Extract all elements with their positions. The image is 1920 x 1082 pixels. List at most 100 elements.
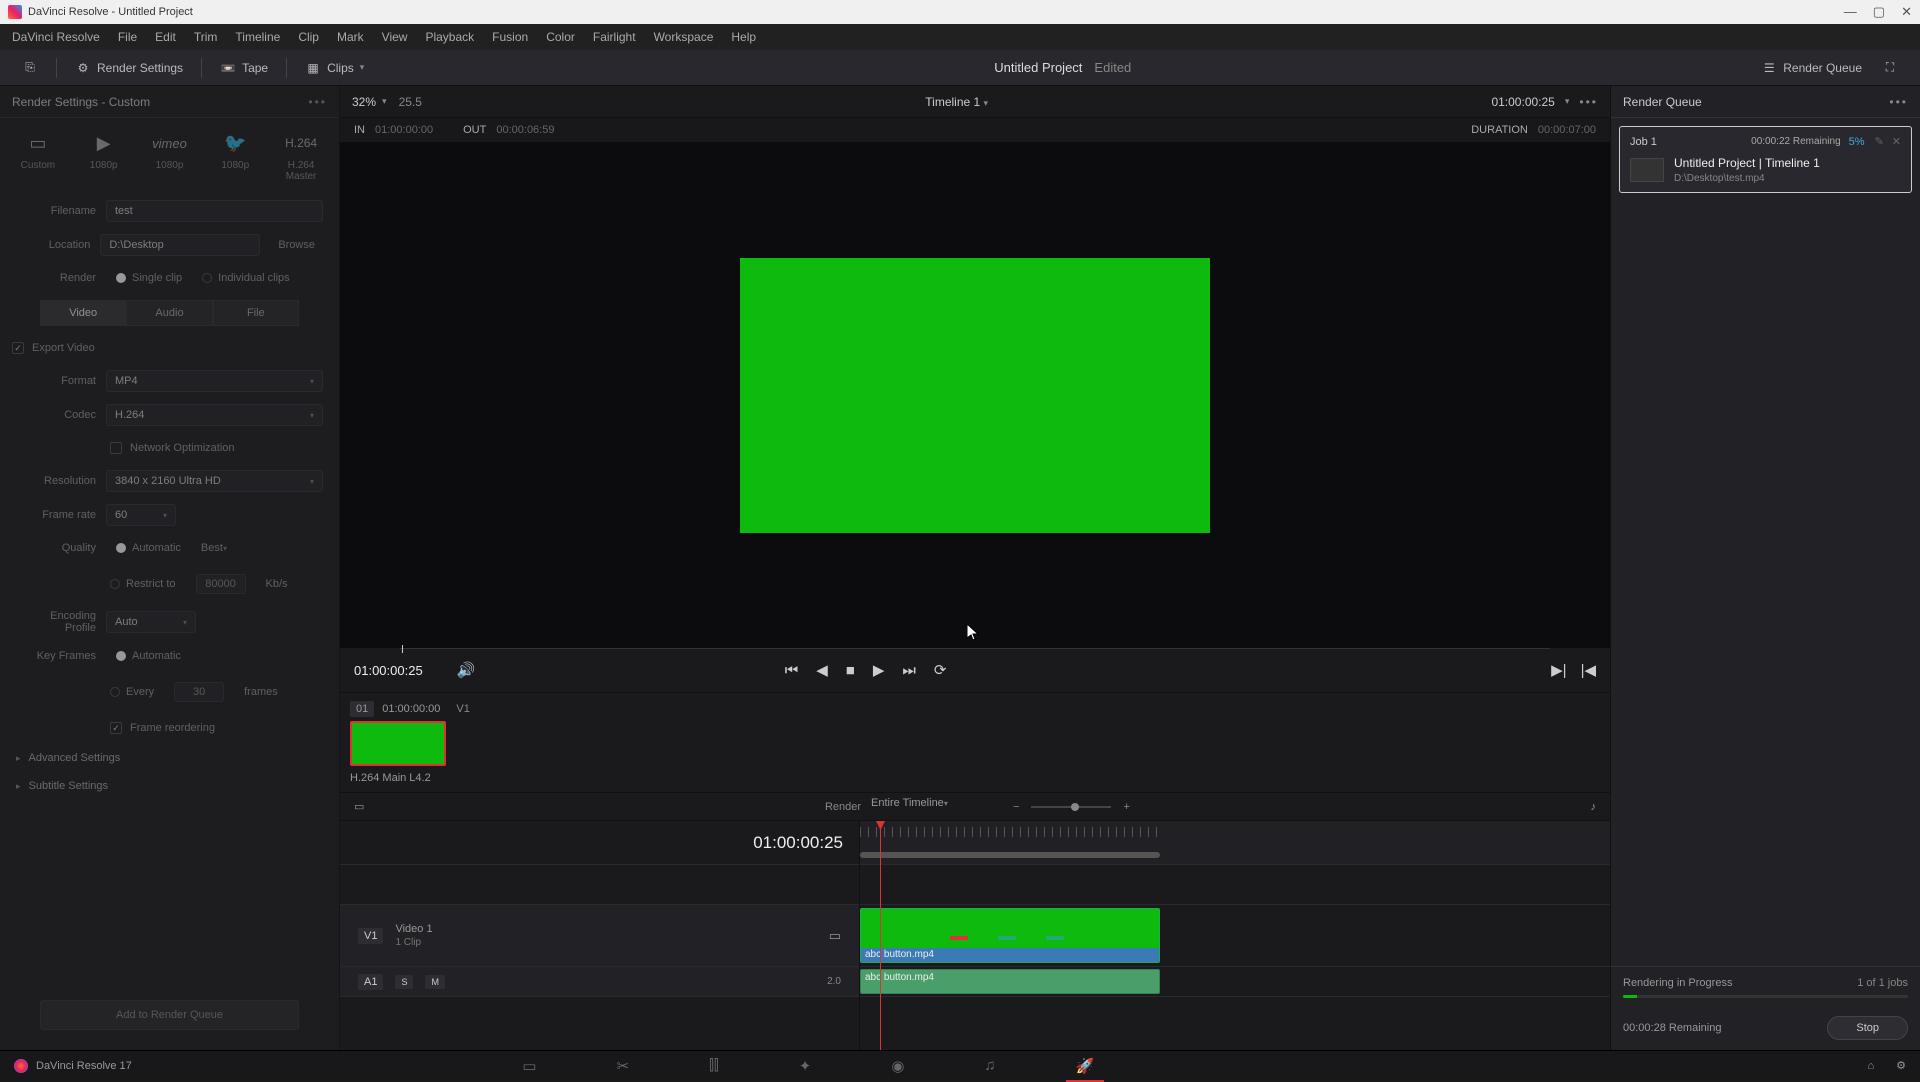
zoom-in-button[interactable]: + <box>1123 801 1129 813</box>
stop-render-button[interactable]: Stop <box>1827 1016 1908 1040</box>
color-page-icon[interactable]: ◉ <box>891 1057 904 1075</box>
menu-workspace[interactable]: Workspace <box>654 30 714 44</box>
playhead[interactable] <box>880 821 881 1050</box>
timeline-ruler[interactable] <box>860 821 1610 865</box>
zoom-slider[interactable] <box>1031 806 1111 808</box>
viewer[interactable] <box>340 142 1610 648</box>
next-clip-button[interactable]: ▶| <box>1551 661 1566 679</box>
kf-auto-radio[interactable]: Automatic <box>116 650 181 662</box>
track-display-icon[interactable]: ▭ <box>829 928 841 944</box>
menu-help[interactable]: Help <box>731 30 756 44</box>
audio-clip[interactable]: abc button.mp4 <box>860 969 1160 994</box>
viewer-menu-icon[interactable]: ••• <box>1579 95 1598 109</box>
format-select[interactable]: MP4▾ <box>106 370 323 392</box>
encprof-select[interactable]: Auto▾ <box>106 611 196 633</box>
codec-select[interactable]: H.264▾ <box>106 404 323 426</box>
restrict-radio[interactable]: Restrict to <box>110 578 176 590</box>
frame-reorder-checkbox[interactable]: ✓ <box>110 722 122 734</box>
filename-input[interactable] <box>106 200 323 222</box>
minimize-button[interactable]: — <box>1844 4 1857 20</box>
render-job[interactable]: Job 1 00:00:22 Remaining 5% ✎ ✕ Untitled… <box>1619 126 1912 193</box>
timeline-view-icon[interactable]: ▭ <box>354 800 364 813</box>
resolution-select[interactable]: 3840 x 2160 Ultra HD▾ <box>106 470 323 492</box>
video-track-header[interactable]: V1 Video 1 1 Clip ▭ <box>340 905 859 967</box>
solo-button[interactable]: S <box>395 975 413 989</box>
edit-page-icon[interactable]: ⫿⫿ <box>709 1057 719 1075</box>
home-icon[interactable]: ⌂ <box>1867 1060 1874 1072</box>
quick-export-button[interactable]: ⎘ <box>12 58 48 78</box>
menu-view[interactable]: View <box>382 30 408 44</box>
viewer-timecode[interactable]: 01:00:00:25 <box>1491 95 1554 109</box>
location-input[interactable] <box>100 234 260 256</box>
menu-fairlight[interactable]: Fairlight <box>593 30 636 44</box>
settings-icon[interactable]: ⚙ <box>1896 1059 1906 1072</box>
menu-playback[interactable]: Playback <box>425 30 474 44</box>
network-opt-checkbox[interactable] <box>110 442 122 454</box>
loop-button[interactable]: ⟳ <box>934 661 947 679</box>
first-frame-button[interactable]: ⏮ <box>785 662 799 679</box>
clips-button[interactable]: ▦Clips▾ <box>295 57 374 79</box>
menu-mark[interactable]: Mark <box>337 30 364 44</box>
preset-vimeo[interactable]: vimeo <box>144 130 196 156</box>
add-to-queue-button[interactable]: Add to Render Queue <box>40 1000 299 1030</box>
audio-track-header[interactable]: A1 S M 2.0 <box>340 967 859 997</box>
panel-menu-icon[interactable]: ••• <box>308 95 327 109</box>
deliver-page-icon[interactable]: 🚀 <box>1076 1057 1095 1075</box>
play-button[interactable]: ▶ <box>873 661 885 679</box>
export-video-checkbox[interactable]: ✓ <box>12 342 24 354</box>
preset-twitter[interactable]: 🐦 <box>209 130 261 156</box>
preset-h264[interactable]: H.264 <box>275 130 327 156</box>
transport-timecode[interactable]: 01:00:00:25 <box>354 663 423 678</box>
queue-menu-icon[interactable]: ••• <box>1889 95 1908 109</box>
mute-button[interactable]: M <box>425 975 445 989</box>
cut-page-icon[interactable]: ✂ <box>617 1057 630 1075</box>
menu-app[interactable]: DaVinci Resolve <box>12 30 100 44</box>
timeline-timecode[interactable]: 01:00:00:25 <box>340 821 859 865</box>
menu-edit[interactable]: Edit <box>155 30 176 44</box>
timeline-tracks[interactable]: abc button.mp4 abc button.mp4 <box>860 821 1610 1050</box>
scrubber[interactable] <box>400 648 1550 652</box>
step-back-button[interactable]: ◀ <box>816 661 828 679</box>
prev-clip-button[interactable]: |◀ <box>1581 661 1596 679</box>
job-remove-icon[interactable]: ✕ <box>1892 135 1901 148</box>
expand-button[interactable]: ⛶ <box>1872 58 1908 78</box>
menu-trim[interactable]: Trim <box>194 30 218 44</box>
tab-audio[interactable]: Audio <box>126 300 212 326</box>
zoom-percent[interactable]: 32% <box>352 95 376 109</box>
menu-fusion[interactable]: Fusion <box>492 30 528 44</box>
job-edit-icon[interactable]: ✎ <box>1875 135 1884 148</box>
fusion-page-icon[interactable]: ✦ <box>799 1057 812 1075</box>
browse-button[interactable]: Browse <box>270 239 323 251</box>
render-queue-button[interactable]: ☰Render Queue <box>1751 57 1872 79</box>
menu-timeline[interactable]: Timeline <box>235 30 280 44</box>
advanced-settings[interactable]: ▸Advanced Settings <box>0 744 339 772</box>
zoom-out-button[interactable]: − <box>1013 801 1019 813</box>
quality-best-select[interactable]: Best▾ <box>201 542 281 554</box>
quality-auto-radio[interactable]: Automatic <box>116 542 181 554</box>
tab-video[interactable]: Video <box>40 300 126 326</box>
framerate-select[interactable]: 60▾ <box>106 504 176 526</box>
viewer-tc-menu-icon[interactable]: ▾ <box>1565 96 1570 107</box>
tape-button[interactable]: 📼Tape <box>210 57 278 79</box>
single-clip-radio[interactable]: Single clip <box>116 272 182 284</box>
tab-file[interactable]: File <box>213 300 299 326</box>
fairlight-page-icon[interactable]: ♫ <box>984 1057 995 1075</box>
maximize-button[interactable]: ▢ <box>1873 4 1885 20</box>
restrict-input[interactable] <box>196 574 246 594</box>
clip-thumbnail[interactable] <box>350 721 446 766</box>
kf-value-input[interactable] <box>174 682 224 702</box>
viewer-timeline-name[interactable]: Timeline 1 ▾ <box>422 95 1492 109</box>
stop-playback-button[interactable]: ■ <box>846 662 855 679</box>
zoom-dropdown-icon[interactable]: ▾ <box>382 96 387 107</box>
subtitle-settings[interactable]: ▸Subtitle Settings <box>0 772 339 800</box>
media-page-icon[interactable]: ▭ <box>522 1057 536 1075</box>
individual-clips-radio[interactable]: Individual clips <box>202 272 290 284</box>
render-settings-button[interactable]: ⚙Render Settings <box>65 57 193 79</box>
render-scope-select[interactable]: Entire Timeline▾ <box>871 797 991 817</box>
last-frame-button[interactable]: ⏭ <box>902 662 916 679</box>
video-clip[interactable]: abc button.mp4 <box>860 908 1160 963</box>
menu-clip[interactable]: Clip <box>298 30 319 44</box>
menu-color[interactable]: Color <box>546 30 575 44</box>
kf-every-radio[interactable]: Every <box>110 686 154 698</box>
preset-custom[interactable]: ▭ <box>12 130 64 156</box>
